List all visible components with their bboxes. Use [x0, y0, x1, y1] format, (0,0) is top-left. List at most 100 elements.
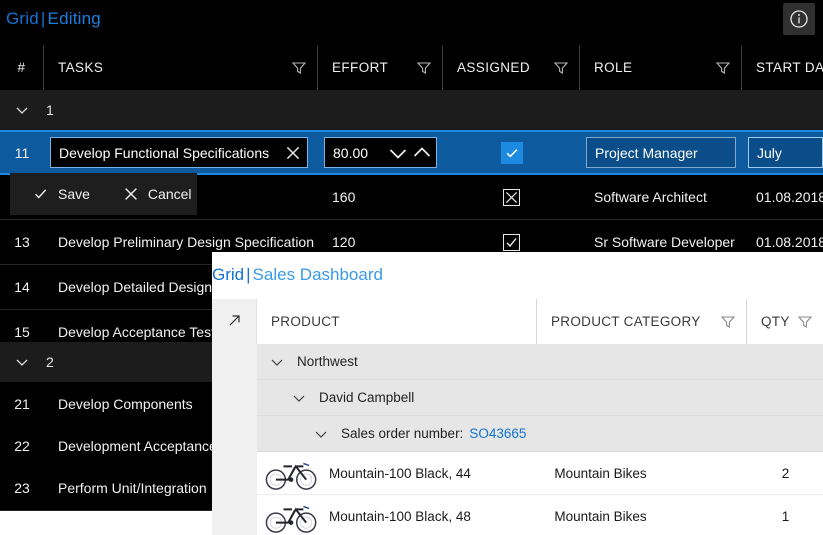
row-category: Mountain Bikes — [554, 508, 647, 524]
role-combobox-value: Project Manager — [595, 144, 698, 161]
task-input-value: Develop Functional Specifications — [59, 144, 270, 161]
filter-icon-tasks[interactable] — [291, 60, 307, 76]
group-row-territory-label: Northwest — [297, 354, 358, 369]
row-role: Software Architect — [594, 189, 707, 205]
filter-icon-qty[interactable] — [797, 314, 813, 330]
assigned-checkbox[interactable] — [500, 141, 523, 164]
bicycle-image — [265, 462, 317, 490]
chevron-up-icon[interactable] — [410, 141, 434, 165]
filter-icon-assigned[interactable] — [553, 60, 569, 76]
light-grid-header: PRODUCT PRODUCT CATEGORY QTY — [212, 299, 823, 345]
row-qty: 1 — [781, 508, 790, 524]
chevron-down-icon[interactable] — [269, 354, 285, 370]
editing-row-effort-cell: 80.00 — [318, 130, 443, 175]
editing-row-date-cell: July — [742, 130, 823, 175]
chevron-down-icon[interactable] — [291, 390, 307, 406]
table-row[interactable]: Mountain-100 Black, 48 Mountain Bikes 1 — [257, 495, 823, 535]
sales-title-separator: | — [246, 265, 251, 284]
check-icon — [506, 148, 517, 158]
close-icon — [505, 191, 518, 203]
edit-action-toolbar: Save Cancel — [10, 173, 197, 215]
filter-icon-product-category[interactable] — [720, 314, 736, 330]
column-header-num[interactable]: # — [0, 45, 44, 90]
group-row-1[interactable]: 1 — [0, 90, 823, 130]
sales-dashboard-title: Grid | Sales Dashboard — [212, 265, 383, 285]
chevron-down-icon[interactable] — [386, 141, 410, 165]
bicycle-image — [265, 505, 317, 533]
table-row[interactable]: Mountain-100 Black, 44 Mountain Bikes 2 — [257, 452, 823, 495]
row-num: 14 — [14, 279, 30, 295]
column-header-qty-label: QTY — [761, 314, 790, 329]
group-row-territory[interactable]: Northwest — [257, 344, 823, 380]
group-row-salesperson[interactable]: David Campbell — [257, 380, 823, 416]
page-title-sub: Editing — [47, 9, 101, 28]
column-header-product-category-label: PRODUCT CATEGORY — [551, 314, 701, 329]
filter-icon-effort[interactable] — [416, 60, 432, 76]
row-product: Mountain-100 Black, 48 — [329, 508, 471, 524]
column-header-role[interactable]: ROLE — [580, 45, 742, 90]
role-combobox[interactable]: Project Manager — [586, 137, 736, 168]
column-header-product-label: PRODUCT — [271, 314, 340, 329]
assigned-checkbox[interactable] — [503, 233, 520, 251]
effort-numeric-input[interactable]: 80.00 — [324, 137, 437, 168]
start-date-combobox-value: July — [757, 144, 782, 161]
row-num: 21 — [14, 396, 30, 412]
group-row-salesperson-label: David Campbell — [319, 390, 415, 405]
cancel-button[interactable]: Cancel — [122, 185, 192, 203]
sales-dashboard-app: Grid | Sales Dashboard PRODUCT PRODUCT CAT… — [212, 252, 823, 535]
column-header-tasks[interactable]: TASKS — [44, 45, 318, 90]
row-num: 13 — [14, 234, 30, 250]
column-header-effort[interactable]: EFFORT — [318, 45, 443, 90]
effort-input-value: 80.00 — [333, 144, 369, 161]
column-header-qty[interactable]: QTY — [747, 299, 823, 344]
row-effort: 160 — [332, 189, 356, 205]
editing-row[interactable]: 11 Develop Functional Specifications 80.… — [0, 130, 823, 175]
chevron-down-icon[interactable] — [14, 102, 30, 118]
sales-title-sub: Sales Dashboard — [252, 265, 383, 284]
editing-row-task-cell: Develop Functional Specifications — [44, 130, 318, 175]
row-assigned-cell — [443, 175, 580, 220]
column-header-assigned-label: ASSIGNED — [457, 60, 530, 75]
column-header-num-label: # — [17, 60, 26, 75]
save-button[interactable]: Save — [32, 185, 90, 203]
column-header-tasks-label: TASKS — [58, 60, 104, 75]
check-icon — [32, 185, 50, 203]
close-icon — [122, 185, 140, 203]
task-input[interactable]: Develop Functional Specifications — [50, 137, 308, 168]
editing-row-num: 11 — [14, 144, 30, 161]
editing-row-role-cell: Project Manager — [580, 130, 742, 175]
group-row-2-label: 2 — [46, 354, 54, 370]
page-title-separator: | — [40, 9, 46, 28]
assigned-checkbox[interactable] — [503, 188, 520, 206]
page-title: Grid | Editing — [6, 9, 101, 29]
row-date: 01.08.2018 — [756, 189, 823, 205]
row-product: Mountain-100 Black, 44 — [329, 465, 471, 481]
cancel-button-label: Cancel — [147, 186, 192, 202]
filter-icon-role[interactable] — [715, 60, 731, 76]
group-row-sales-order-label: Sales order number: — [341, 426, 464, 441]
column-header-product[interactable]: PRODUCT — [257, 299, 537, 344]
editing-row-assigned-cell — [443, 130, 580, 175]
dark-grid-header: # TASKS EFFORT ASSIGNED ROLE START DAT — [0, 45, 823, 91]
expand-all-button[interactable] — [212, 299, 257, 344]
column-header-role-label: ROLE — [594, 60, 633, 75]
save-button-label: Save — [58, 186, 90, 202]
info-icon — [790, 10, 808, 28]
column-header-assigned[interactable]: ASSIGNED — [443, 45, 580, 90]
column-header-start-date-label: START DAT — [756, 60, 823, 75]
sales-title-main: Grid — [212, 265, 245, 284]
close-icon[interactable] — [283, 143, 303, 163]
expand-arrow-icon — [226, 312, 243, 332]
indent-gutter — [212, 344, 257, 535]
column-header-start-date[interactable]: START DAT — [742, 45, 823, 90]
chevron-down-icon[interactable] — [313, 426, 329, 442]
sales-order-link[interactable]: SO43665 — [469, 426, 526, 441]
group-row-sales-order[interactable]: Sales order number: SO43665 — [257, 416, 823, 452]
check-icon — [506, 237, 517, 247]
info-button[interactable] — [783, 3, 815, 35]
start-date-combobox[interactable]: July — [748, 137, 823, 168]
row-category: Mountain Bikes — [554, 465, 647, 481]
row-qty: 2 — [781, 465, 790, 481]
chevron-down-icon[interactable] — [14, 354, 30, 370]
column-header-product-category[interactable]: PRODUCT CATEGORY — [537, 299, 747, 344]
